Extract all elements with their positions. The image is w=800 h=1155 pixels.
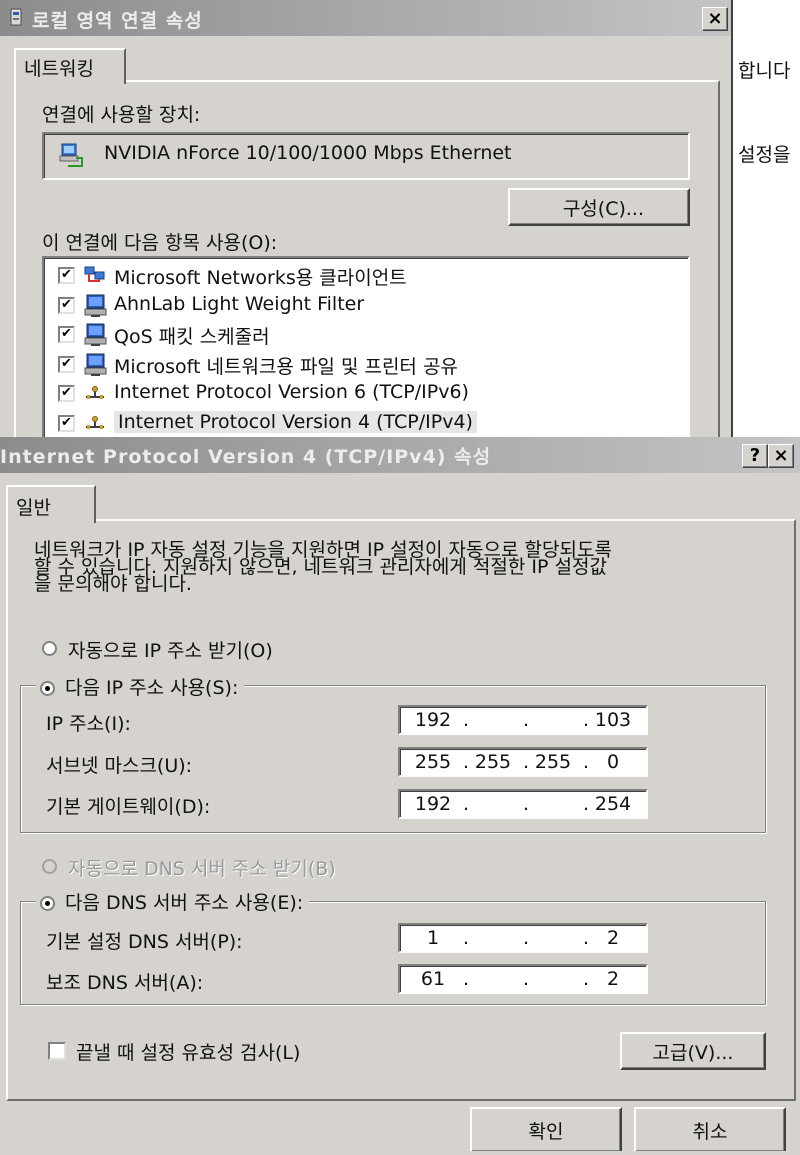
ip-dot: . bbox=[523, 968, 530, 990]
alternate-dns-label: 보조 DNS 서버(A): bbox=[46, 972, 204, 994]
protocol-icon bbox=[84, 382, 106, 402]
configure-button[interactable]: 구성(C)... bbox=[508, 188, 690, 226]
ip-octet: 254 bbox=[594, 793, 632, 815]
item-checkbox[interactable]: ✔ bbox=[58, 414, 75, 432]
items-list-container: ✔ Microsoft Networks용 클라이언트 ✔ AhnLab Light … bbox=[44, 258, 688, 440]
preferred-dns-label: 기본 설정 DNS 서버(P): bbox=[46, 931, 243, 953]
tab-networking[interactable]: 네트워킹 bbox=[14, 48, 126, 84]
auto-dns-label[interactable]: 자동으로 DNS 서버 주소 받기(B) bbox=[68, 854, 336, 881]
device-label: 연결에 사용할 장치: bbox=[42, 104, 201, 126]
gateway-input[interactable]: 192 254... bbox=[398, 789, 648, 819]
lan-properties-window: 로컬 영역 연결 속성 × 네트워킹 연결에 사용할 장치: NVIDIA nF… bbox=[0, 0, 733, 440]
computer-icon bbox=[84, 294, 107, 317]
manual-ip-legend: 다음 IP 주소 사용(S): bbox=[36, 673, 245, 700]
list-item[interactable]: ✔ Microsoft Networks용 클라이언트 bbox=[44, 260, 688, 290]
background-text-2: 설정을 bbox=[738, 144, 791, 166]
ip-octet: 1 bbox=[426, 927, 440, 949]
subnet-mask-input[interactable]: 255 255 255 0... bbox=[398, 747, 648, 777]
auto-ip-radio[interactable] bbox=[42, 641, 57, 656]
ip-dot: . bbox=[523, 927, 530, 949]
network-connection-icon bbox=[10, 8, 22, 26]
ipv4-close-button[interactable]: × bbox=[768, 444, 794, 468]
item-label: Microsoft 네트워크용 파일 및 프린터 공유 bbox=[114, 355, 458, 378]
computer-icon bbox=[84, 323, 107, 346]
background-text-1: 합니다 bbox=[738, 60, 791, 82]
lan-window-title: 로컬 영역 연결 속성 bbox=[32, 10, 203, 32]
ip-dot: . bbox=[463, 968, 470, 990]
manual-dns-radio[interactable] bbox=[40, 896, 55, 911]
device-box: NVIDIA nForce 10/100/1000 Mbps Ethernet bbox=[42, 132, 690, 180]
ip-octet: 255 bbox=[474, 751, 512, 773]
advanced-button[interactable]: 고급(V)... bbox=[620, 1032, 766, 1070]
items-list: ✔ Microsoft Networks용 클라이언트 ✔ AhnLab Light … bbox=[42, 256, 690, 440]
cancel-button[interactable]: 취소 bbox=[634, 1107, 786, 1151]
item-label: Internet Protocol Version 4 (TCP/IPv4) bbox=[114, 410, 477, 433]
item-checkbox[interactable]: ✔ bbox=[58, 355, 75, 373]
description-line-3: 을 문의해야 합니다. bbox=[34, 573, 192, 595]
ip-octet: 61 bbox=[420, 968, 446, 990]
help-button[interactable]: ? bbox=[742, 444, 768, 468]
ip-dot: . bbox=[523, 793, 530, 815]
item-checkbox[interactable]: ✔ bbox=[58, 296, 75, 314]
ip-octet: 2 bbox=[606, 927, 620, 949]
ip-dot: . bbox=[463, 793, 470, 815]
ip-dot: . bbox=[523, 709, 530, 731]
ip-octet: 2 bbox=[606, 968, 620, 990]
gateway-label: 기본 게이트웨이(D): bbox=[46, 796, 211, 818]
manual-ip-radio[interactable] bbox=[40, 681, 55, 696]
list-item[interactable]: ✔ Internet Protocol Version 6 (TCP/IPv6) bbox=[44, 378, 688, 408]
ip-dot: . bbox=[583, 968, 590, 990]
preferred-dns-input[interactable]: 1 2... bbox=[398, 923, 648, 953]
ip-octet: 0 bbox=[606, 751, 620, 773]
ok-button[interactable]: 확인 bbox=[470, 1107, 622, 1151]
item-label: QoS 패킷 스케줄러 bbox=[114, 326, 270, 348]
ip-dot: . bbox=[583, 751, 590, 773]
computer-icon bbox=[84, 353, 107, 376]
ip-octet: 192 bbox=[414, 793, 452, 815]
item-label: Internet Protocol Version 6 (TCP/IPv6) bbox=[114, 381, 469, 403]
lan-close-button[interactable]: × bbox=[702, 7, 728, 31]
ipv4-title-bar[interactable]: Internet Protocol Version 4 (TCP/IPv4) 속… bbox=[0, 437, 800, 473]
manual-ip-label[interactable]: 다음 IP 주소 사용(S): bbox=[65, 677, 238, 699]
ip-dot: . bbox=[583, 709, 590, 731]
protocol-icon bbox=[84, 412, 106, 432]
network-adapter-icon bbox=[59, 143, 83, 167]
tab-general[interactable]: 일반 bbox=[6, 485, 96, 523]
manual-dns-legend: 다음 DNS 서버 주소 사용(E): bbox=[36, 888, 310, 915]
ip-address-label: IP 주소(I): bbox=[46, 713, 131, 735]
ip-octet: 103 bbox=[594, 709, 632, 731]
list-item[interactable]: ✔ QoS 패킷 스케줄러 bbox=[44, 319, 688, 349]
subnet-mask-label: 서브넷 마스크(U): bbox=[46, 755, 193, 777]
item-checkbox[interactable]: ✔ bbox=[58, 326, 75, 343]
ip-dot: . bbox=[583, 927, 590, 949]
list-item[interactable]: ✔ Microsoft 네트워크용 파일 및 프린터 공유 bbox=[44, 349, 688, 379]
ipv4-window-title: Internet Protocol Version 4 (TCP/IPv4) 속… bbox=[0, 446, 492, 468]
validate-label[interactable]: 끝낼 때 설정 유효성 검사(L) bbox=[76, 1038, 300, 1065]
ip-address-input[interactable]: 192 103... bbox=[398, 705, 648, 735]
ip-octet: 255 bbox=[414, 751, 452, 773]
validate-checkbox[interactable] bbox=[48, 1042, 66, 1060]
ip-dot: . bbox=[463, 927, 470, 949]
list-item[interactable]: ✔ Internet Protocol Version 4 (TCP/IPv4) bbox=[44, 408, 688, 438]
ip-octet: 255 bbox=[534, 751, 572, 773]
item-checkbox[interactable]: ✔ bbox=[58, 267, 75, 284]
item-label: Microsoft Networks용 클라이언트 bbox=[114, 267, 407, 289]
ip-dot: . bbox=[523, 751, 530, 773]
ipv4-properties-window: Internet Protocol Version 4 (TCP/IPv4) 속… bbox=[0, 437, 800, 1155]
item-checkbox[interactable]: ✔ bbox=[58, 385, 75, 402]
list-item[interactable]: ✔ AhnLab Light Weight Filter bbox=[44, 290, 688, 320]
auto-dns-radio[interactable] bbox=[42, 859, 57, 874]
ip-octet: 192 bbox=[414, 709, 452, 731]
items-label: 이 연결에 다음 항목 사용(O): bbox=[42, 232, 278, 254]
device-name: NVIDIA nForce 10/100/1000 Mbps Ethernet bbox=[104, 142, 512, 164]
network-client-icon bbox=[84, 264, 106, 284]
item-label: AhnLab Light Weight Filter bbox=[114, 292, 365, 315]
ip-dot: . bbox=[583, 793, 590, 815]
ip-dot: . bbox=[463, 709, 470, 731]
ip-dot: . bbox=[463, 751, 470, 773]
alternate-dns-input[interactable]: 61 2... bbox=[398, 964, 648, 994]
lan-title-bar[interactable]: 로컬 영역 연결 속성 × bbox=[0, 0, 731, 36]
auto-ip-label[interactable]: 자동으로 IP 주소 받기(O) bbox=[68, 636, 273, 663]
manual-dns-label[interactable]: 다음 DNS 서버 주소 사용(E): bbox=[65, 892, 303, 914]
